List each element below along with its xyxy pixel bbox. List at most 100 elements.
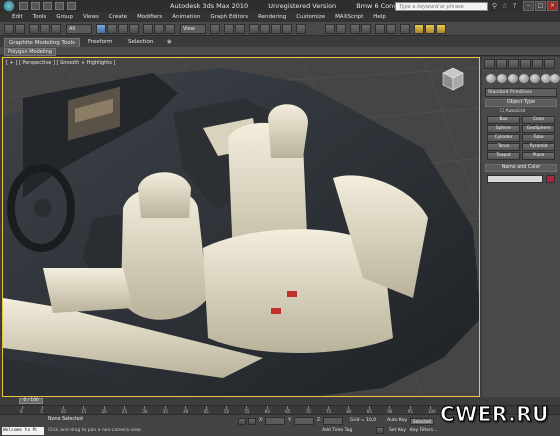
menu-group[interactable]: Group — [56, 14, 73, 20]
menu-views[interactable]: Views — [83, 14, 99, 20]
utilities-tab-icon[interactable] — [544, 59, 555, 69]
sphere-button[interactable]: Sphere — [487, 125, 520, 133]
render-setup-icon[interactable] — [414, 24, 424, 34]
lock-selection-icon[interactable] — [238, 418, 246, 425]
systems-icon[interactable] — [550, 74, 560, 83]
unlink-icon[interactable] — [40, 24, 50, 34]
quick-access-open-icon[interactable] — [31, 2, 40, 10]
graphite-toggle-icon[interactable] — [361, 24, 371, 34]
time-slider-thumb[interactable]: 0 / 100 — [19, 398, 43, 404]
align-icon[interactable] — [336, 24, 346, 34]
perspective-viewport[interactable]: [ + ] [ Perspective ] [ Smooth + Highlig… — [2, 57, 480, 397]
tab-freeform[interactable]: Freeform — [84, 38, 117, 46]
help-icon[interactable]: ? — [510, 2, 519, 10]
pivot-center-icon[interactable] — [210, 24, 220, 34]
menu-graph-editors[interactable]: Graph Editors — [210, 14, 248, 20]
scale-icon[interactable] — [165, 24, 175, 34]
autogrid-checkbox[interactable]: ☐ AutoGrid — [500, 109, 525, 114]
redo-icon[interactable] — [15, 24, 25, 34]
menu-create[interactable]: Create — [109, 14, 127, 20]
tab-graphite-modeling-tools[interactable]: Graphite Modeling Tools — [4, 38, 81, 47]
select-manipulate-icon[interactable] — [224, 24, 234, 34]
menu-customize[interactable]: Customize — [296, 14, 325, 20]
geosphere-button[interactable]: GeoSphere — [522, 125, 555, 133]
set-key-icon[interactable] — [376, 427, 384, 434]
binoculars-icon[interactable]: ⚲ — [490, 2, 499, 10]
object-color-swatch[interactable] — [546, 175, 555, 183]
teapot-button[interactable]: Teapot — [487, 152, 520, 160]
select-object-icon[interactable] — [96, 24, 106, 34]
add-time-tag[interactable]: Add Time Tag — [322, 428, 352, 433]
x-coordinate-field[interactable] — [265, 417, 285, 425]
curve-editor-icon[interactable] — [375, 24, 385, 34]
mirror-icon[interactable] — [325, 24, 335, 34]
window-crossing-icon[interactable] — [129, 24, 139, 34]
quick-access-new-icon[interactable] — [19, 2, 28, 10]
z-coordinate-field[interactable] — [323, 417, 343, 425]
select-link-icon[interactable] — [29, 24, 39, 34]
rect-selection-icon[interactable] — [118, 24, 128, 34]
star-icon[interactable]: ☆ — [500, 2, 509, 10]
menu-rendering[interactable]: Rendering — [258, 14, 286, 20]
material-editor-icon[interactable] — [400, 24, 410, 34]
plane-button[interactable]: Plane — [522, 152, 555, 160]
shapes-icon[interactable] — [497, 74, 507, 83]
quick-access-redo-icon[interactable] — [67, 2, 76, 10]
create-tab-icon[interactable] — [484, 59, 495, 69]
hierarchy-tab-icon[interactable] — [508, 59, 519, 69]
motion-tab-icon[interactable] — [520, 59, 531, 69]
y-coordinate-field[interactable] — [294, 417, 314, 425]
bind-space-warp-icon[interactable] — [51, 24, 61, 34]
torus-button[interactable]: Torus — [487, 143, 520, 151]
render-production-icon[interactable] — [436, 24, 446, 34]
minimize-button[interactable]: – — [523, 1, 534, 11]
cone-button[interactable]: Cone — [522, 116, 555, 124]
viewport-label[interactable]: [ + ] [ Perspective ] [ Smooth + Highlig… — [6, 60, 115, 66]
ribbon-minimize-icon[interactable]: ◉ — [163, 38, 176, 46]
object-type-rollout[interactable]: Object Type — [485, 99, 557, 107]
helpers-icon[interactable] — [530, 74, 540, 83]
close-button[interactable]: × — [547, 1, 558, 11]
lights-icon[interactable] — [508, 74, 518, 83]
cylinder-button[interactable]: Cylinder — [487, 134, 520, 142]
box-button[interactable]: Box — [487, 116, 520, 124]
pyramid-button[interactable]: Pyramid — [522, 143, 555, 151]
menu-animation[interactable]: Animation — [172, 14, 200, 20]
keyboard-shortcut-icon[interactable] — [235, 24, 245, 34]
app-logo-icon[interactable] — [2, 0, 16, 12]
cameras-icon[interactable] — [519, 74, 529, 83]
search-input[interactable]: Type a keyword or phrase — [395, 2, 488, 11]
angle-snap-icon[interactable] — [260, 24, 270, 34]
polygon-modeling-panel[interactable]: Polygon Modeling — [4, 48, 56, 56]
snaps-toggle-icon[interactable] — [249, 24, 259, 34]
geometry-icon[interactable] — [486, 74, 496, 83]
spinner-snap-icon[interactable] — [282, 24, 292, 34]
reference-coordinate-dropdown[interactable]: View — [180, 24, 206, 34]
maximize-button[interactable]: □ — [535, 1, 546, 11]
select-by-name-icon[interactable] — [107, 24, 117, 34]
rotate-icon[interactable] — [154, 24, 164, 34]
selection-filter-dropdown[interactable]: All — [66, 24, 92, 34]
absolute-mode-icon[interactable] — [248, 418, 256, 425]
object-name-field[interactable] — [487, 175, 543, 183]
schematic-view-icon[interactable] — [386, 24, 396, 34]
key-mode-dropdown[interactable]: Selected — [410, 418, 434, 425]
menu-edit[interactable]: Edit — [12, 14, 23, 20]
tube-button[interactable]: Tube — [522, 134, 555, 142]
named-selection-icon[interactable] — [296, 24, 306, 34]
move-icon[interactable] — [143, 24, 153, 34]
layer-manager-icon[interactable] — [350, 24, 360, 34]
modify-tab-icon[interactable] — [496, 59, 507, 69]
name-and-color-rollout[interactable]: Name and Color — [485, 164, 557, 172]
primitives-dropdown[interactable]: Standard Primitives — [485, 88, 557, 97]
maxscript-listener[interactable]: Welcome to M: — [2, 427, 44, 435]
menu-help[interactable]: Help — [373, 14, 386, 20]
viewcube-icon[interactable] — [441, 66, 465, 92]
percent-snap-icon[interactable] — [271, 24, 281, 34]
undo-icon[interactable] — [4, 24, 14, 34]
tab-selection[interactable]: Selection — [124, 38, 157, 46]
rendered-frame-icon[interactable] — [425, 24, 435, 34]
quick-access-undo-icon[interactable] — [55, 2, 64, 10]
menu-tools[interactable]: Tools — [33, 14, 47, 20]
menu-modifiers[interactable]: Modifiers — [137, 14, 162, 20]
